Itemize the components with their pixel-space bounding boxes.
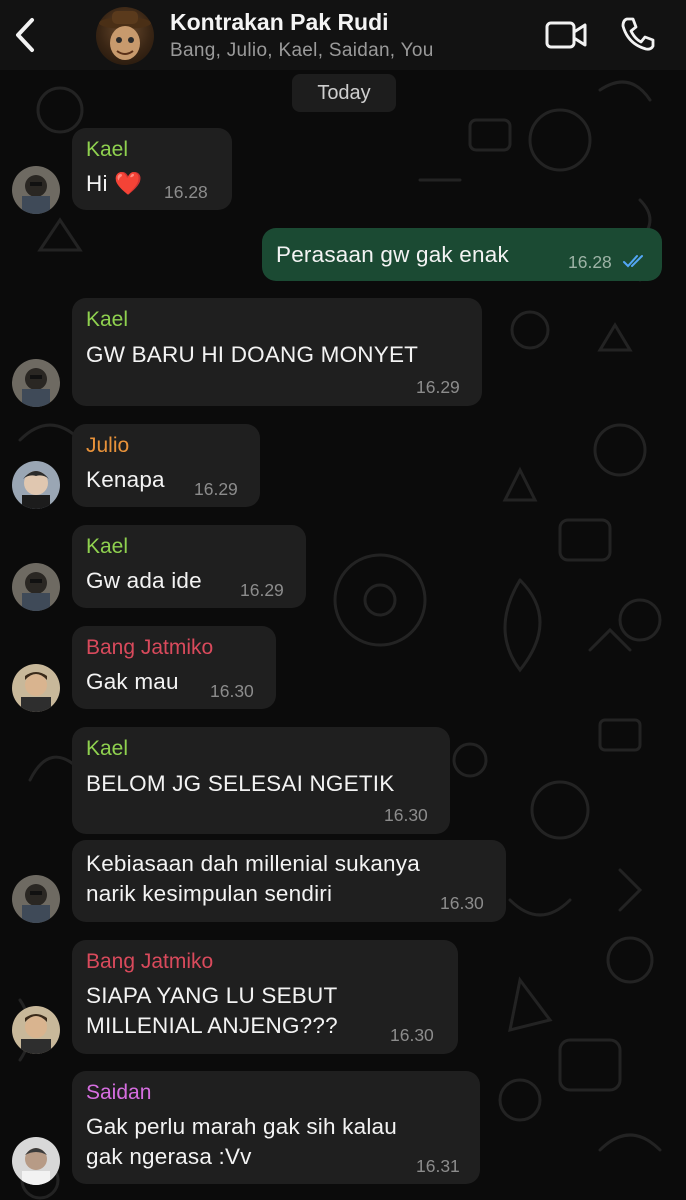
message-time: 16.29 xyxy=(194,479,238,499)
avatar-saidan[interactable] xyxy=(12,1137,60,1185)
date-divider: Today xyxy=(292,74,396,112)
phone-icon xyxy=(621,17,655,51)
bang-jatmiko-profile-photo xyxy=(12,1006,60,1054)
message-time: 16.30 xyxy=(384,805,428,825)
message-bubble[interactable]: Bang Jatmiko Gak mau 16.30 xyxy=(72,626,276,709)
video-camera-icon xyxy=(545,21,587,49)
message-bubble[interactable]: Kael Hi ❤️ 16.28 xyxy=(72,128,232,210)
avatar-kael[interactable] xyxy=(12,359,60,407)
sender-name: Bang Jatmiko xyxy=(86,950,214,973)
message-time: 16.28 xyxy=(164,182,208,202)
sender-name: Kael xyxy=(86,535,129,558)
message-time: 16.30 xyxy=(390,1025,434,1045)
read-receipt-icon xyxy=(623,255,643,268)
message-text: Gw ada ide xyxy=(86,568,202,593)
avatar-kael[interactable] xyxy=(12,875,60,923)
sender-name: Saidan xyxy=(86,1081,152,1104)
message-text-line-2: narik kesimpulan sendiri xyxy=(86,881,333,906)
chat-header: Kontrakan Pak Rudi Bang, Julio, Kael, Sa… xyxy=(0,0,686,70)
message-bubble[interactable]: Kael BELOM JG SELESAI NGETIK 16.30 xyxy=(72,727,450,834)
avatar-kael[interactable] xyxy=(12,563,60,611)
sender-name: Julio xyxy=(86,434,130,457)
avatar-kael[interactable] xyxy=(12,166,60,214)
avatar-bang-jatmiko[interactable] xyxy=(12,1006,60,1054)
chevron-left-icon xyxy=(16,18,34,52)
message-time: 16.31 xyxy=(416,1156,460,1176)
avatar-julio[interactable] xyxy=(12,461,60,509)
message-bubble[interactable]: Julio Kenapa 16.29 xyxy=(72,424,260,507)
kael-profile-photo xyxy=(12,359,60,407)
message-bubble[interactable]: Kebiasaan dah millenial sukanya narik ke… xyxy=(72,840,506,922)
message-text-line-1: SIAPA YANG LU SEBUT xyxy=(86,983,338,1008)
cowboy-avatar-image xyxy=(99,11,151,60)
message-time: 16.29 xyxy=(416,377,460,397)
message-text: Gak mau xyxy=(86,669,179,694)
kael-profile-photo xyxy=(12,166,60,214)
message-time: 16.29 xyxy=(240,580,284,600)
kael-profile-photo xyxy=(12,563,60,611)
sender-name: Kael xyxy=(86,138,129,161)
participants-list: Bang, Julio, Kael, Saidan, You xyxy=(170,40,434,61)
message-text-line-2: gak ngerasa :Vv xyxy=(86,1144,252,1169)
message-text: Perasaan gw gak enak xyxy=(276,242,509,267)
sender-name: Kael xyxy=(86,737,129,760)
message-bubble[interactable]: Kael Gw ada ide 16.29 xyxy=(72,525,306,608)
outgoing-message-bubble[interactable]: Perasaan gw gak enak 16.28 xyxy=(262,228,662,281)
sender-name: Bang Jatmiko xyxy=(86,636,214,659)
message-time: 16.28 xyxy=(568,252,612,272)
message-bubble[interactable]: Saidan Gak perlu marah gak sih kalau gak… xyxy=(72,1071,480,1184)
sender-name: Kael xyxy=(86,308,129,331)
back-button[interactable] xyxy=(8,15,42,55)
message-text-line-2: MILLENIAL ANJENG??? xyxy=(86,1013,338,1038)
avatar-bang-jatmiko[interactable] xyxy=(12,664,60,712)
chat-title[interactable]: Kontrakan Pak Rudi xyxy=(170,9,389,36)
saidan-profile-photo xyxy=(12,1137,60,1185)
message-time: 16.30 xyxy=(210,681,254,701)
message-text-line-1: Gak perlu marah gak sih kalau xyxy=(86,1114,397,1139)
message-text-line-1: Kebiasaan dah millenial sukanya xyxy=(86,851,420,876)
message-bubble[interactable]: Bang Jatmiko SIAPA YANG LU SEBUT MILLENI… xyxy=(72,940,458,1054)
bang-jatmiko-profile-photo xyxy=(12,664,60,712)
heart-emoji: ❤️ xyxy=(114,171,143,196)
message-time: 16.30 xyxy=(440,893,484,913)
message-text: BELOM JG SELESAI NGETIK xyxy=(86,771,395,796)
video-call-button[interactable] xyxy=(544,18,588,52)
message-bubble[interactable]: Kael GW BARU HI DOANG MONYET 16.29 xyxy=(72,298,482,406)
voice-call-button[interactable] xyxy=(618,14,658,54)
message-text: GW BARU HI DOANG MONYET xyxy=(86,342,419,367)
kael-profile-photo xyxy=(12,875,60,923)
julio-profile-photo xyxy=(12,461,60,509)
message-text: Kenapa xyxy=(86,467,165,492)
group-avatar[interactable] xyxy=(96,7,154,65)
message-text: Hi ❤️ xyxy=(86,171,143,196)
